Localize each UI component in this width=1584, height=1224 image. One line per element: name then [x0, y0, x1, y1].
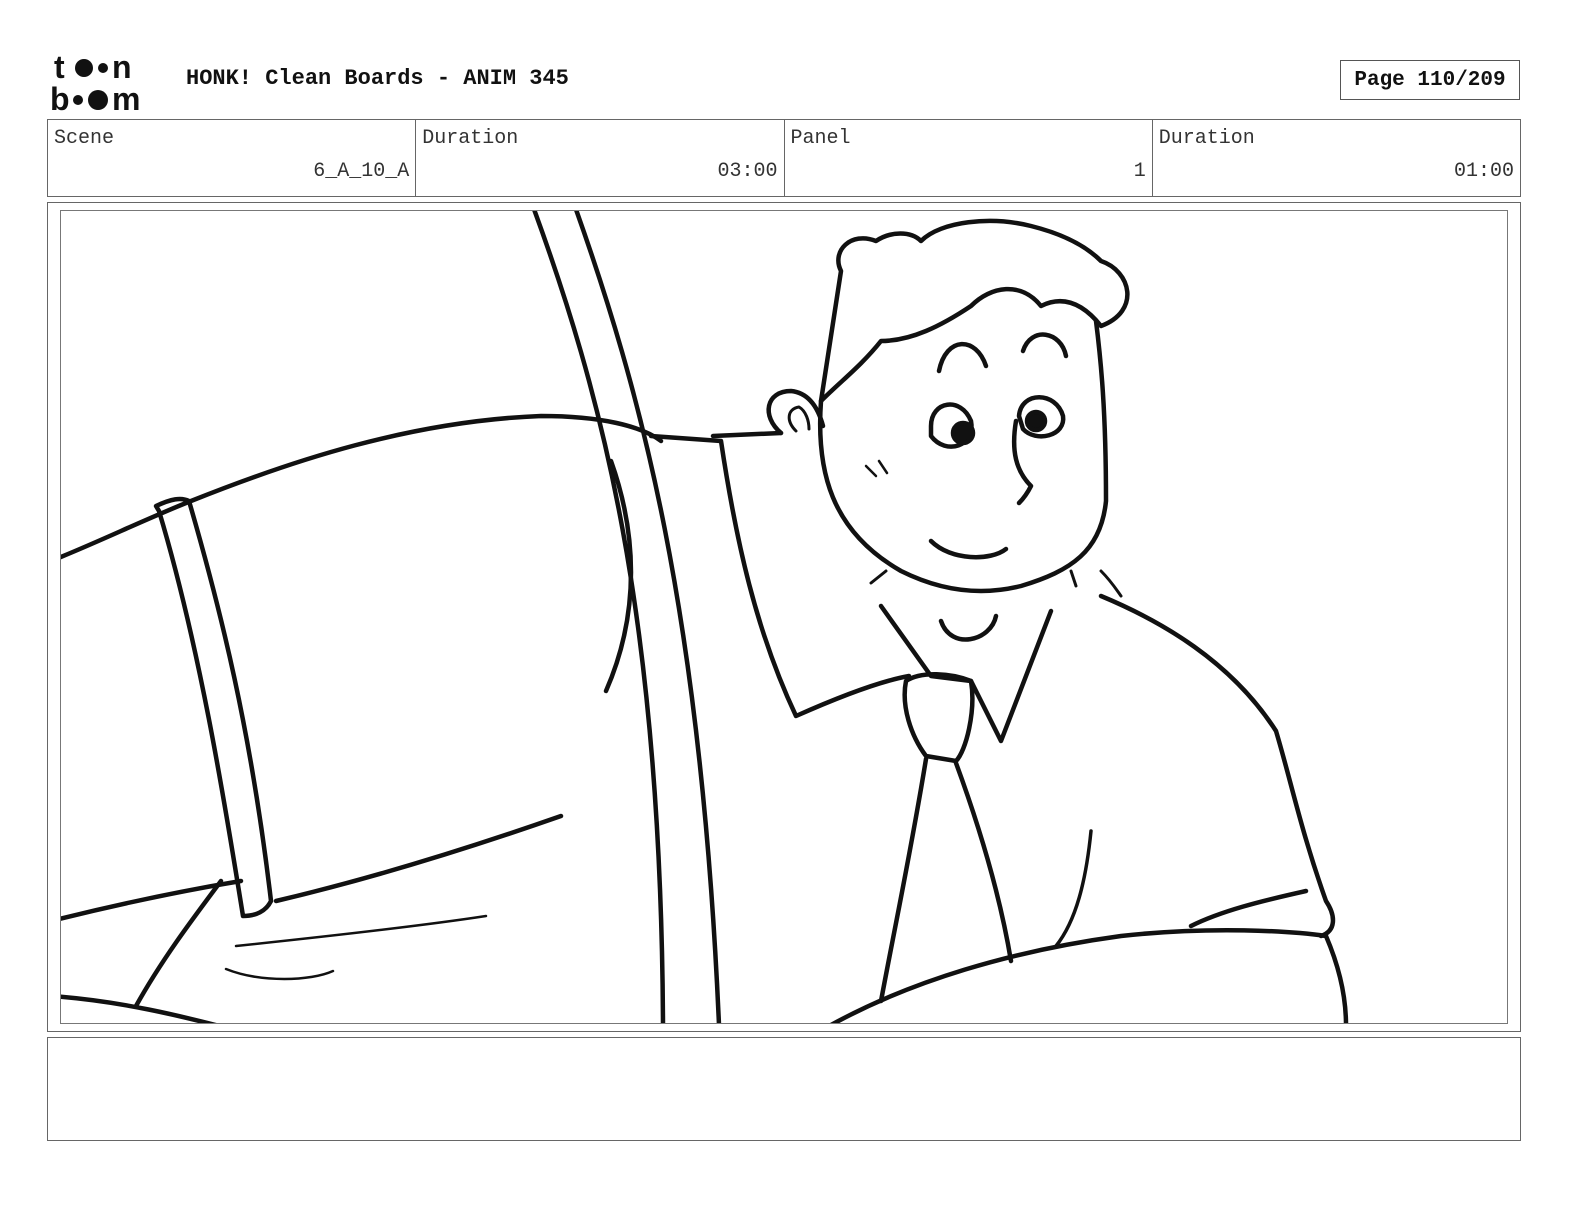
sleeve-lower-line: [273, 813, 564, 904]
character-chin: [938, 613, 999, 642]
svg-text:t: t: [54, 50, 65, 85]
panel-duration-value: 01:00: [1453, 160, 1514, 183]
character-hair: [818, 218, 1130, 404]
character-cheek-lines: [864, 459, 889, 478]
character-pupil-right: [1024, 409, 1048, 433]
panel-image-area: [60, 210, 1508, 1024]
page-indicator: Page 110/209: [1340, 60, 1520, 100]
svg-text:b: b: [50, 81, 70, 116]
svg-text:n: n: [112, 50, 132, 85]
character-brow-right: [1020, 332, 1069, 359]
panel-value: 1: [1133, 160, 1146, 183]
panel-notes-box: [47, 1037, 1521, 1141]
toon-boom-logo: t n b m: [50, 50, 140, 116]
pole-left: [532, 211, 666, 1023]
panel-cell: Panel 1: [785, 120, 1153, 196]
torso-curve: [603, 458, 634, 694]
panel-duration-label: Duration: [1158, 127, 1255, 150]
character-ear: [766, 388, 826, 436]
finger-line-2: [224, 967, 335, 981]
panel-frame: [47, 202, 1521, 1032]
scene-duration-label: Duration: [422, 127, 519, 150]
scene-cell: Scene 6_A_10_A: [48, 120, 417, 196]
character-tie: [878, 756, 1014, 1004]
panel-info-row: Scene 6_A_10_A Duration 03:00 Panel 1 Du…: [47, 119, 1521, 197]
scene-duration-value: 03:00: [717, 160, 778, 183]
foreground-mound: [829, 927, 1349, 1023]
foreground-edge: [1188, 888, 1309, 929]
scene-label: Scene: [54, 127, 115, 150]
character-shoulder: [710, 430, 784, 439]
character-inner-ear: [787, 405, 811, 433]
storyboard-drawing: [61, 211, 1349, 1023]
character-body-right: [1098, 593, 1336, 939]
finger-line-1: [234, 914, 488, 948]
panel-duration-cell: Duration 01:00: [1153, 120, 1520, 196]
panel-label: Panel: [790, 127, 851, 150]
scene-duration-cell: Duration 03:00: [416, 120, 785, 196]
document-title: HONK! Clean Boards - ANIM 345: [186, 66, 569, 91]
pole-right: [574, 211, 722, 1023]
character-chest-line: [1054, 829, 1093, 948]
character-pupil-left: [950, 420, 976, 446]
sleeve-top-line: [61, 413, 664, 560]
svg-text:m: m: [112, 81, 140, 116]
scene-value: 6_A_10_A: [313, 160, 410, 183]
character-brow-left: [936, 341, 989, 374]
hand-bottom: [61, 994, 217, 1023]
character-mouth: [928, 538, 1009, 560]
character-tie-knot: [902, 672, 975, 764]
sleeve-cuff: [153, 496, 274, 919]
